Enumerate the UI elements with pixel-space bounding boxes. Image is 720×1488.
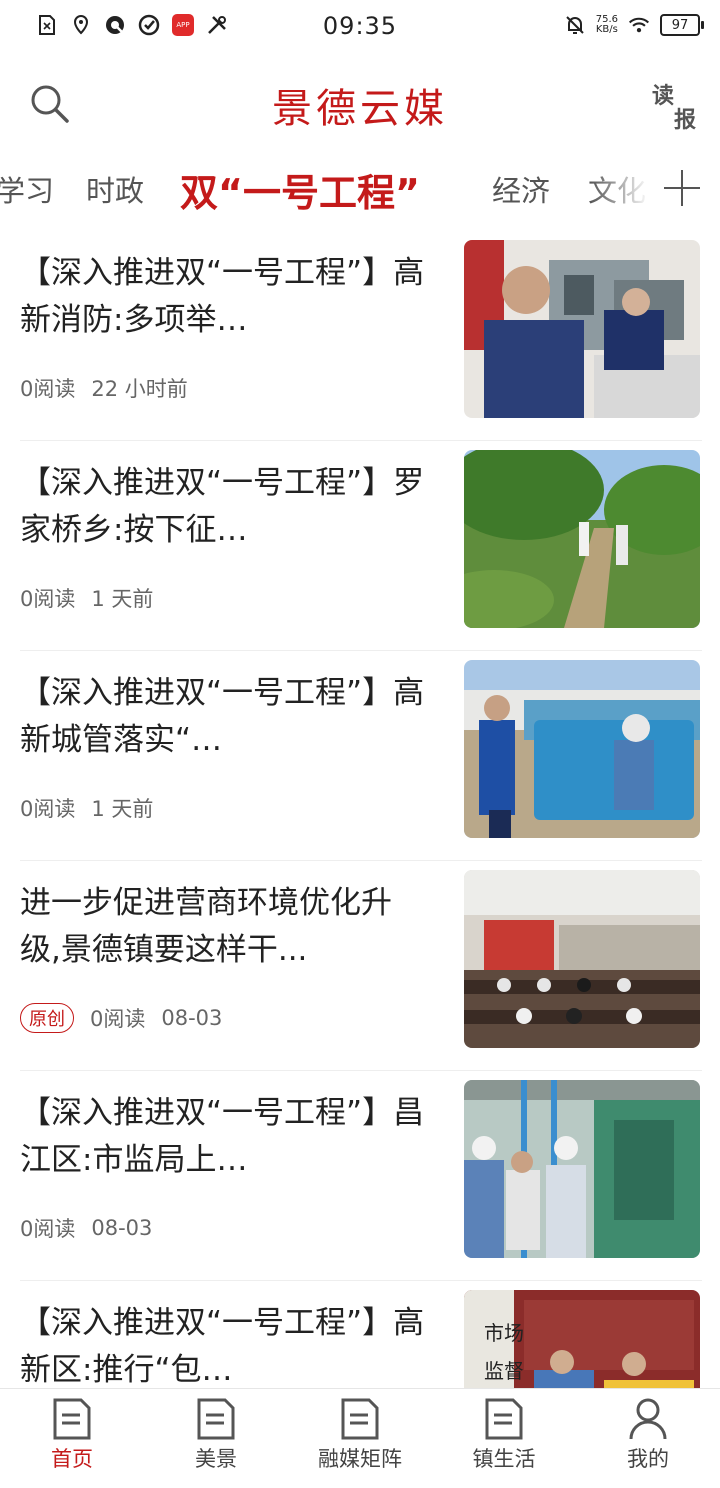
channel-tabs: 学习 时政 双“一号工程” 经济 文化 [0, 158, 720, 220]
news-thumbnail: 市场 监督 [464, 1290, 700, 1388]
read-count: 0阅读 [20, 1217, 76, 1241]
news-thumbnail [464, 240, 700, 418]
publish-time: 08-03 [91, 1216, 153, 1240]
status-bar: APP 09:35 75.6 KB/s 97 [0, 0, 720, 56]
publish-time: 08-03 [161, 1006, 223, 1030]
scenery-doc-icon [196, 1397, 236, 1441]
thumb-sign-1: 市场 [484, 1321, 524, 1345]
read-paper-bottom: 报 [674, 107, 697, 133]
news-item[interactable]: 【深入推进双“一号工程”】昌江区:市监局上… 0阅读 08-03 [20, 1070, 702, 1281]
nav-label: 我的 [627, 1447, 669, 1471]
news-thumbnail [464, 1080, 700, 1258]
news-title: 进一步促进营商环境优化升级,景德镇要这样干... [20, 885, 392, 968]
read-count: 0阅读 [20, 377, 76, 401]
news-meta: 0阅读 08-03 [20, 1213, 152, 1243]
nav-home[interactable]: 首页 [12, 1397, 132, 1473]
nav-media-matrix[interactable]: 融媒矩阵 [300, 1397, 420, 1473]
nav-scenery[interactable]: 美景 [156, 1397, 276, 1473]
nav-town-life[interactable]: 镇生活 [444, 1397, 564, 1473]
news-thumbnail [464, 870, 700, 1048]
publish-time: 1 天前 [91, 587, 154, 611]
news-meta: 0阅读 22 小时前 [20, 373, 188, 403]
publish-time: 1 天前 [91, 797, 154, 821]
news-item[interactable]: 进一步促进营商环境优化升级,景德镇要这样干... 原创 0阅读 08-03 [20, 860, 702, 1071]
battery-icon: 97 [660, 14, 704, 36]
tab-fade [590, 158, 660, 220]
news-title: 【深入推进双“一号工程”】罗家桥乡:按下征… [20, 465, 425, 548]
tab-economy[interactable]: 经济 [492, 168, 550, 210]
home-doc-icon [52, 1397, 92, 1441]
news-thumbnail [464, 450, 700, 628]
nav-label: 美景 [195, 1447, 237, 1471]
tab-one-project[interactable]: 双“一号工程” [180, 162, 420, 217]
news-thumbnail [464, 660, 700, 838]
news-item[interactable]: 【深入推进双“一号工程”】高新消防:多项举… 0阅读 22 小时前 [20, 230, 702, 441]
media-doc-icon [340, 1397, 380, 1441]
status-right-icons: 75.6 KB/s 97 [564, 14, 704, 36]
news-title: 【深入推进双“一号工程”】高新城管落实“… [20, 675, 425, 758]
read-count: 0阅读 [20, 797, 76, 821]
read-paper-button[interactable]: 读 报 [652, 78, 700, 134]
wifi-icon [628, 14, 650, 36]
news-title: 【深入推进双“一号工程”】昌江区:市监局上… [20, 1095, 425, 1178]
net-speed-unit: KB/s [595, 24, 618, 35]
news-item[interactable]: 【深入推进双“一号工程”】高新区:推行“包… 市场 监督 [20, 1280, 702, 1388]
add-channel-icon[interactable] [662, 168, 702, 208]
thumb-sign-2: 监督 [484, 1359, 524, 1383]
user-icon [628, 1397, 668, 1441]
read-count: 0阅读 [20, 587, 76, 611]
app-logo-title: 景德云媒 [272, 86, 448, 132]
news-item[interactable]: 【深入推进双“一号工程”】罗家桥乡:按下征… 0阅读 1 天前 [20, 440, 702, 651]
net-speed: 75.6 KB/s [596, 15, 618, 35]
tab-politics[interactable]: 时政 [86, 168, 144, 210]
town-doc-icon [484, 1397, 524, 1441]
news-meta: 0阅读 1 天前 [20, 793, 153, 823]
news-meta: 原创 0阅读 08-03 [20, 1003, 222, 1033]
nav-label: 首页 [51, 1447, 93, 1471]
bottom-navigation: 首页 美景 融媒矩阵 镇生活 我的 [0, 1388, 720, 1488]
nav-mine[interactable]: 我的 [588, 1397, 708, 1473]
top-bar: 景德云媒 读 报 [0, 56, 720, 152]
news-feed[interactable]: 【深入推进双“一号工程”】高新消防:多项举… 0阅读 22 小时前 【深入推进双… [0, 230, 720, 1388]
news-title: 【深入推进双“一号工程”】高新消防:多项举… [20, 255, 425, 338]
news-meta: 0阅读 1 天前 [20, 583, 153, 613]
tab-study[interactable]: 学习 [0, 168, 54, 210]
mute-icon [564, 14, 586, 36]
publish-time: 22 小时前 [91, 377, 188, 401]
nav-label: 融媒矩阵 [318, 1447, 402, 1471]
news-item[interactable]: 【深入推进双“一号工程”】高新城管落实“… 0阅读 1 天前 [20, 650, 702, 861]
original-badge: 原创 [20, 1003, 74, 1033]
news-title: 【深入推进双“一号工程”】高新区:推行“包… [20, 1305, 425, 1388]
nav-label: 镇生活 [472, 1447, 536, 1471]
read-count: 0阅读 [90, 1007, 146, 1031]
read-paper-top: 读 [652, 83, 675, 109]
